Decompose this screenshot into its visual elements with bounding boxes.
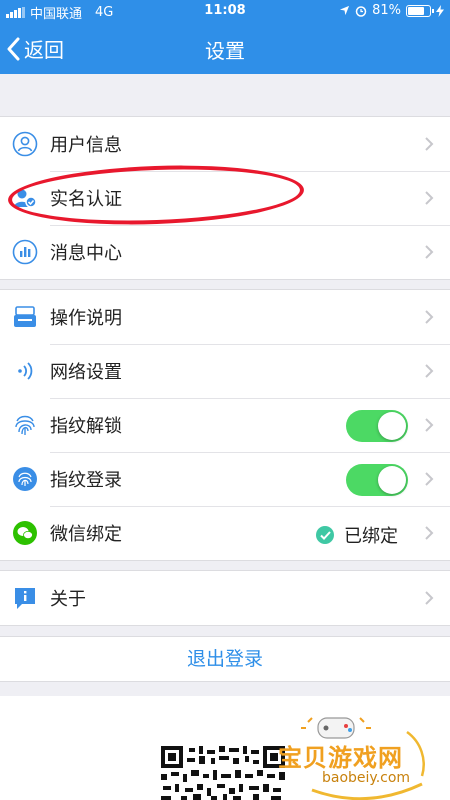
nav-bar: 返回 设置 xyxy=(0,22,450,74)
toggle-knob xyxy=(378,466,406,494)
chevron-right-icon xyxy=(425,591,434,605)
row-fingerprint-login[interactable]: 指纹登录 xyxy=(0,452,450,506)
row-user-info[interactable]: 用户信息 xyxy=(0,117,450,171)
row-label: 网络设置 xyxy=(50,362,122,383)
message-center-icon xyxy=(12,239,38,265)
watermark-title: 宝贝游戏网 xyxy=(278,744,403,772)
row-instructions[interactable]: 操作说明 xyxy=(0,290,450,344)
row-label: 指纹登录 xyxy=(50,470,122,491)
chevron-right-icon xyxy=(425,418,434,432)
alarm-icon xyxy=(355,5,367,17)
chevron-right-icon xyxy=(425,472,434,486)
row-network-settings[interactable]: 网络设置 xyxy=(0,344,450,398)
toggle-knob xyxy=(378,412,406,440)
network-icon xyxy=(12,358,38,384)
row-wechat-binding[interactable]: 微信绑定 已绑定 xyxy=(0,506,450,560)
charging-icon xyxy=(436,4,444,17)
row-label: 消息中心 xyxy=(50,243,122,264)
chevron-right-icon xyxy=(425,364,434,378)
status-bar: 中国联通 4G 11:08 81% xyxy=(0,0,450,22)
chevron-right-icon xyxy=(425,245,434,259)
row-label: 微信绑定 xyxy=(50,524,122,545)
row-fingerprint-unlock[interactable]: 指纹解锁 xyxy=(0,398,450,452)
instructions-icon xyxy=(12,304,38,330)
chevron-right-icon xyxy=(425,310,434,324)
row-message-center[interactable]: 消息中心 xyxy=(0,225,450,279)
row-label: 用户信息 xyxy=(50,135,122,156)
page-title: 设置 xyxy=(205,39,245,63)
info-icon xyxy=(12,585,38,611)
settings-group-general: 操作说明 网络设置 指纹解锁 指纹登录 微信绑定 已绑定 xyxy=(0,289,450,561)
chevron-right-icon xyxy=(425,191,434,205)
user-icon xyxy=(12,131,38,157)
watermark: 宝贝游戏网 baobeiy.com xyxy=(272,712,450,800)
battery-percent: 81% xyxy=(372,3,401,18)
location-icon xyxy=(340,5,350,16)
fingerprint-unlock-toggle[interactable] xyxy=(346,410,408,442)
row-label: 操作说明 xyxy=(50,308,122,329)
chevron-right-icon xyxy=(425,137,434,151)
fingerprint-login-toggle[interactable] xyxy=(346,464,408,496)
row-label: 指纹解锁 xyxy=(50,416,122,437)
battery-icon xyxy=(406,4,434,17)
fingerprint-icon xyxy=(12,412,38,438)
logout-button[interactable]: 退出登录 xyxy=(0,636,450,682)
wechat-icon xyxy=(12,520,38,546)
settings-group-about: 关于 xyxy=(0,570,450,626)
row-label: 关于 xyxy=(50,589,86,610)
qr-code-icon xyxy=(161,746,285,800)
wechat-bound-status: 已绑定 xyxy=(316,522,398,548)
watermark-url: baobeiy.com xyxy=(322,770,411,786)
fingerprint-login-icon xyxy=(12,466,38,492)
chevron-right-icon xyxy=(425,526,434,540)
row-about[interactable]: 关于 xyxy=(0,571,450,625)
bound-label: 已绑定 xyxy=(344,526,398,547)
check-icon xyxy=(316,526,334,544)
